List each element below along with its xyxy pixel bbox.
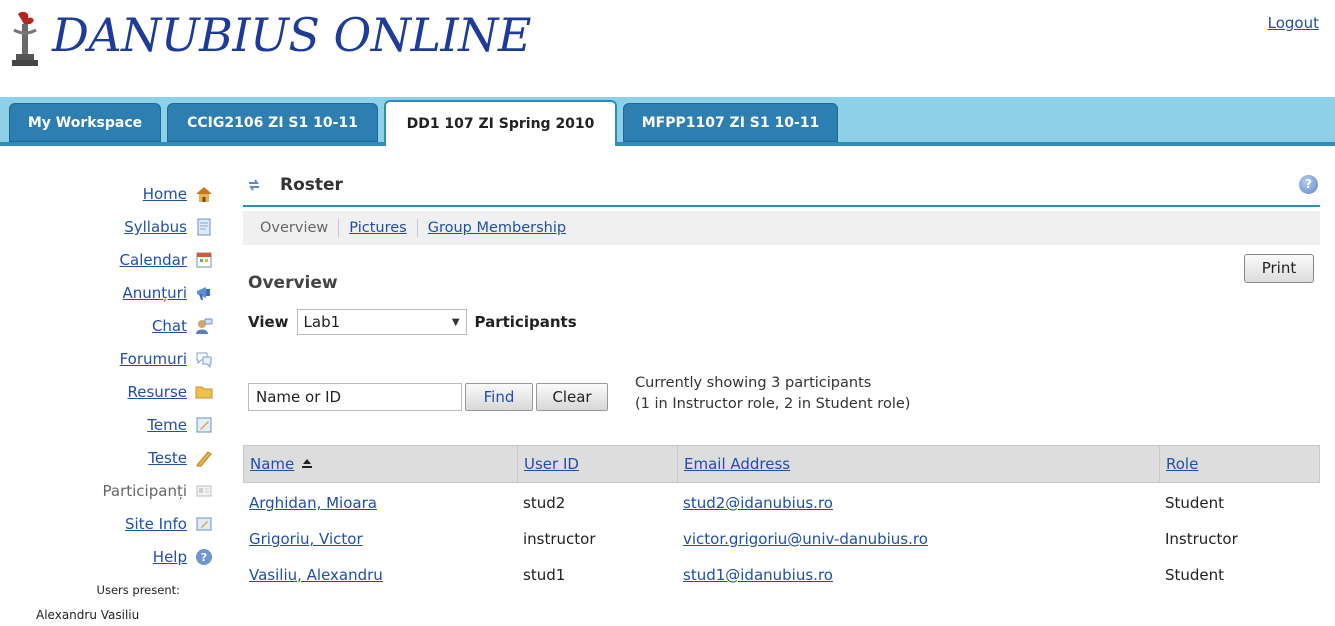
syllabus-icon <box>197 218 211 236</box>
participant-name-link[interactable]: Grigoriu, Victor <box>243 521 363 557</box>
sidebar-item-teste[interactable]: Teste <box>148 447 213 469</box>
home-icon <box>196 187 212 202</box>
present-user-name: Alexandru Vasiliu <box>36 608 140 622</box>
sidebar-item-chat[interactable]: Chat <box>152 315 213 337</box>
sidebar-item-label[interactable]: Home <box>143 185 187 203</box>
overview-heading: Overview <box>248 273 338 293</box>
participant-user-id: stud2 <box>523 494 566 512</box>
column-header-role[interactable]: Role <box>1160 446 1319 482</box>
site-logo-text: DANUBIUS ONLINE <box>52 8 532 62</box>
participant-user-id: stud1 <box>523 566 566 584</box>
sidebar-item-label[interactable]: Resurse <box>127 383 187 401</box>
subnav-separator <box>416 219 418 237</box>
tab-dd1-107[interactable]: DD1 107 ZI Spring 2010 <box>384 100 617 146</box>
roster-subnav: Overview Pictures Group Membership <box>243 211 1320 245</box>
participant-name-link[interactable]: Vasiliu, Alexandru <box>243 557 383 593</box>
table-header: Name User ID Email Address Role <box>243 445 1320 483</box>
subnav-overview: Overview <box>260 220 329 236</box>
search-input[interactable]: Name or ID <box>248 383 462 411</box>
print-button[interactable]: Print <box>1244 254 1314 283</box>
logout-link[interactable]: Logout <box>1268 14 1319 32</box>
sidebar-item-syllabus[interactable]: Syllabus <box>124 216 213 238</box>
find-button[interactable]: Find <box>465 383 533 411</box>
column-header-label: Name <box>250 455 295 473</box>
chat-icon <box>196 318 213 334</box>
tool-title: Roster <box>280 175 343 195</box>
sidebar-item-teme[interactable]: Teme <box>147 414 213 436</box>
participant-count-summary: Currently showing 3 participants (1 in I… <box>635 373 910 415</box>
participant-user-id: instructor <box>523 530 596 548</box>
clear-button[interactable]: Clear <box>536 383 608 411</box>
tab-mfpp1107[interactable]: MFPP1107 ZI S1 10-11 <box>623 103 838 142</box>
participant-role: Student <box>1165 494 1225 512</box>
participant-email-link[interactable]: stud2@idanubius.ro <box>677 485 833 521</box>
table-row: Arghidan, Mioara stud2 stud2@idanubius.r… <box>243 485 1320 521</box>
showing-line-2: (1 in Instructor role, 2 in Student role… <box>635 396 911 412</box>
table-row: Vasiliu, Alexandru stud1 stud1@idanubius… <box>243 557 1320 593</box>
tool-help-icon[interactable]: ? <box>1299 175 1318 194</box>
announcements-icon <box>197 287 210 300</box>
sidebar-item-label[interactable]: Teme <box>147 416 187 434</box>
column-header-email[interactable]: Email Address <box>678 446 1160 482</box>
sidebar-item-label: Participanți <box>102 482 187 500</box>
assignments-icon <box>196 417 212 433</box>
calendar-icon <box>196 252 212 268</box>
participant-email-link[interactable]: stud1@idanubius.ro <box>677 557 833 593</box>
participants-label: Participants <box>474 313 577 331</box>
sidebar-item-label[interactable]: Help <box>153 548 187 566</box>
sidebar-item-resurse[interactable]: Resurse <box>127 381 213 403</box>
svg-text:?: ? <box>201 551 207 564</box>
site-tabs-bar: My Workspace CCIG2106 ZI S1 10-11 DD1 10… <box>0 97 1335 146</box>
participant-name-link[interactable]: Arghidan, Mioara <box>243 485 377 521</box>
column-header-user-id[interactable]: User ID <box>518 446 678 482</box>
sidebar-item-label[interactable]: Forumuri <box>120 350 187 368</box>
sidebar-item-label[interactable]: Chat <box>152 317 187 335</box>
reset-icon[interactable] <box>246 177 262 193</box>
showing-line-1: Currently showing 3 participants <box>635 375 872 391</box>
folder-icon <box>195 386 213 399</box>
participant-role: Instructor <box>1165 530 1238 548</box>
participant-email-link[interactable]: victor.grigoriu@univ-danubius.ro <box>677 521 928 557</box>
sort-ascending-icon <box>302 459 313 468</box>
sidebar-item-label[interactable]: Calendar <box>120 251 187 269</box>
table-row: Grigoriu, Victor instructor victor.grigo… <box>243 521 1320 557</box>
tab-ccig2106[interactable]: CCIG2106 ZI S1 10-11 <box>167 103 378 142</box>
sidebar-item-home[interactable]: Home <box>143 183 213 205</box>
sidebar-item-label[interactable]: Site Info <box>125 515 187 533</box>
subnav-pictures[interactable]: Pictures <box>349 220 406 236</box>
participant-role: Student <box>1165 566 1225 584</box>
chevron-down-icon: ▼ <box>451 316 460 328</box>
view-select-value: Lab1 <box>303 313 341 331</box>
sidebar-item-label[interactable]: Syllabus <box>124 218 187 236</box>
sidebar-item-label[interactable]: Anunțuri <box>122 284 187 302</box>
tool-title-bar: Roster ? <box>243 165 1320 207</box>
users-present-label: Users present: <box>96 583 180 597</box>
sidebar-item-participanti: Participanți <box>103 480 213 502</box>
view-label: View <box>248 313 289 331</box>
sidebar-item-help[interactable]: Help ? <box>153 546 213 568</box>
tab-my-workspace[interactable]: My Workspace <box>9 103 161 142</box>
view-select[interactable]: Lab1 ▼ <box>296 309 467 335</box>
sidebar-item-label[interactable]: Teste <box>148 449 187 467</box>
subnav-separator <box>338 219 340 237</box>
help-icon: ? <box>196 549 212 565</box>
logo-icon <box>12 11 38 66</box>
roster-icon <box>196 485 212 497</box>
forums-icon <box>196 352 212 368</box>
sidebar-item-forumuri[interactable]: Forumuri <box>120 348 213 370</box>
sidebar-item-calendar[interactable]: Calendar <box>120 249 213 271</box>
sidebar-item-anunturi[interactable]: Anunțuri <box>122 282 213 304</box>
view-filter-row: View Lab1 ▼ Participants <box>248 309 577 335</box>
sidebar-item-site-info[interactable]: Site Info <box>125 513 213 535</box>
column-header-name[interactable]: Name <box>244 446 518 482</box>
site-info-icon <box>196 517 212 531</box>
subnav-group-membership[interactable]: Group Membership <box>428 220 566 236</box>
site-header: DANUBIUS ONLINE Logout <box>0 0 1335 100</box>
search-row: Name or ID Find Clear <box>248 383 608 411</box>
pencil-icon <box>196 451 212 467</box>
